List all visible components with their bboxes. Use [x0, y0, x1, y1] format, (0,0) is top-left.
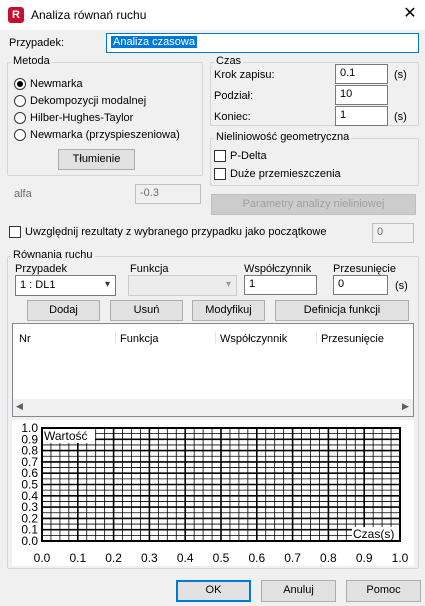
define-function-button[interactable]: Definicja funkcji	[275, 300, 409, 321]
pdelta-checkbox[interactable]	[214, 150, 226, 162]
x-tick-label: 0.7	[284, 551, 301, 565]
alfa-input[interactable]: -0.3	[135, 184, 201, 204]
help-button[interactable]: Pomoc	[346, 580, 421, 602]
initial-results-input[interactable]: 0	[372, 223, 414, 243]
method-modal-label: Dekompozycji modalnej	[30, 95, 147, 107]
case-name-input[interactable]: Analiza czasowa	[106, 33, 419, 53]
chart-area: 0.0 0.1 0.2 0.3 0.4 0.5 0.6 0.7 0.8 0.9 1.0 0.0 0.1 0…	[12, 420, 414, 566]
scroll-right-icon[interactable]: ▶	[402, 401, 409, 412]
method-modal-radio[interactable]	[14, 95, 26, 107]
chevron-down-icon: ▾	[225, 279, 231, 290]
app-logo-icon: R	[8, 7, 24, 23]
case-name-label: Przypadek:	[9, 37, 65, 49]
chevron-down-icon: ▾	[104, 279, 110, 290]
column-separator	[316, 332, 317, 344]
x-axis-label: Czas(s)	[353, 527, 394, 541]
alfa-label: alfa	[14, 188, 32, 200]
method-hht-radio[interactable]	[14, 112, 26, 124]
x-tick-label: 0.4	[177, 551, 194, 565]
x-tick-label: 0.0	[34, 551, 51, 565]
end-label: Koniec:	[214, 111, 251, 123]
eq-coefficient-input[interactable]: 1	[244, 275, 317, 295]
division-label: Podział:	[214, 90, 254, 102]
add-button[interactable]: Dodaj	[27, 300, 100, 321]
x-tick-label: 0.2	[105, 551, 122, 565]
column-header-nr[interactable]: Nr	[19, 333, 31, 345]
scroll-left-icon[interactable]: ◀	[16, 401, 23, 412]
large-displacements-checkbox[interactable]	[214, 168, 226, 180]
nonlinearity-group-title: Nieliniowość geometryczna	[214, 131, 352, 143]
window-title: Analiza równań ruchu	[31, 8, 147, 22]
time-function-chart: 0.0 0.1 0.2 0.3 0.4 0.5 0.6 0.7 0.8 0.9 1.00.00.10…	[21, 421, 409, 565]
method-group-title: Metoda	[11, 55, 52, 67]
eq-shift-input[interactable]: 0	[333, 275, 388, 295]
time-group-title: Czas	[214, 55, 244, 67]
y-tick-label: 1.0	[21, 421, 38, 435]
horizontal-scrollbar[interactable]	[13, 399, 413, 416]
x-tick-label: 0.6	[248, 551, 265, 565]
modify-button[interactable]: Modyfikuj	[192, 300, 265, 321]
eq-case-select[interactable]: 1 : DL1 ▾	[15, 275, 116, 296]
large-displacements-label: Duże przemieszczenia	[230, 168, 341, 180]
step-label: Krok zapisu:	[214, 69, 275, 81]
x-tick-label: 0.8	[320, 551, 337, 565]
case-name-value: Analiza czasowa	[111, 36, 197, 48]
method-newmark-accel-label: Newmarka (przyspieszeniowa)	[30, 129, 180, 141]
initial-results-label: Uwzględnij rezultaty z wybranego przypad…	[25, 226, 327, 238]
method-newmark-label: Newmarka	[30, 78, 83, 90]
eq-shift-unit: (s)	[395, 280, 408, 292]
end-input[interactable]: 1	[335, 106, 388, 126]
nonlinear-params-button[interactable]: Parametry analizy nieliniowej	[211, 194, 416, 215]
remove-button[interactable]: Usuń	[110, 300, 183, 321]
cancel-button[interactable]: Anuluj	[261, 580, 336, 602]
eq-coefficient-label: Współczynnik	[244, 263, 312, 275]
method-newmark-accel-radio[interactable]	[14, 129, 26, 141]
x-tick-label: 1.0	[392, 551, 409, 565]
x-tick-label: 0.3	[141, 551, 158, 565]
eq-case-value: 1 : DL1	[20, 279, 56, 291]
end-unit: (s)	[394, 111, 407, 123]
x-tick-label: 0.5	[213, 551, 230, 565]
step-unit: (s)	[394, 69, 407, 81]
column-header-function[interactable]: Funkcja	[120, 333, 159, 345]
method-hht-label: Hilber-Hughes-Taylor	[30, 112, 134, 124]
method-newmark-radio[interactable]	[14, 78, 26, 90]
eq-shift-label: Przesunięcie	[333, 263, 396, 275]
ok-button[interactable]: OK	[176, 580, 251, 602]
eq-function-label: Funkcja	[130, 263, 169, 275]
column-header-shift[interactable]: Przesunięcie	[321, 333, 384, 345]
close-icon[interactable]: ✕	[400, 4, 420, 24]
y-axis-label: Wartość	[44, 429, 88, 443]
x-tick-label: 0.9	[356, 551, 373, 565]
equations-group-title: Równania ruchu	[11, 249, 95, 261]
damping-button[interactable]: Tłumienie	[58, 149, 135, 170]
initial-results-checkbox[interactable]	[9, 226, 21, 238]
pdelta-label: P-Delta	[230, 150, 267, 162]
column-separator	[215, 332, 216, 344]
step-input[interactable]: 0.1	[335, 64, 388, 84]
division-input[interactable]: 10	[335, 85, 388, 105]
x-tick-label: 0.1	[69, 551, 86, 565]
eq-case-label: Przypadek	[15, 263, 67, 275]
eq-function-select[interactable]: ▾	[128, 275, 237, 296]
column-header-coefficient[interactable]: Współczynnik	[220, 333, 287, 345]
column-separator	[115, 332, 116, 344]
